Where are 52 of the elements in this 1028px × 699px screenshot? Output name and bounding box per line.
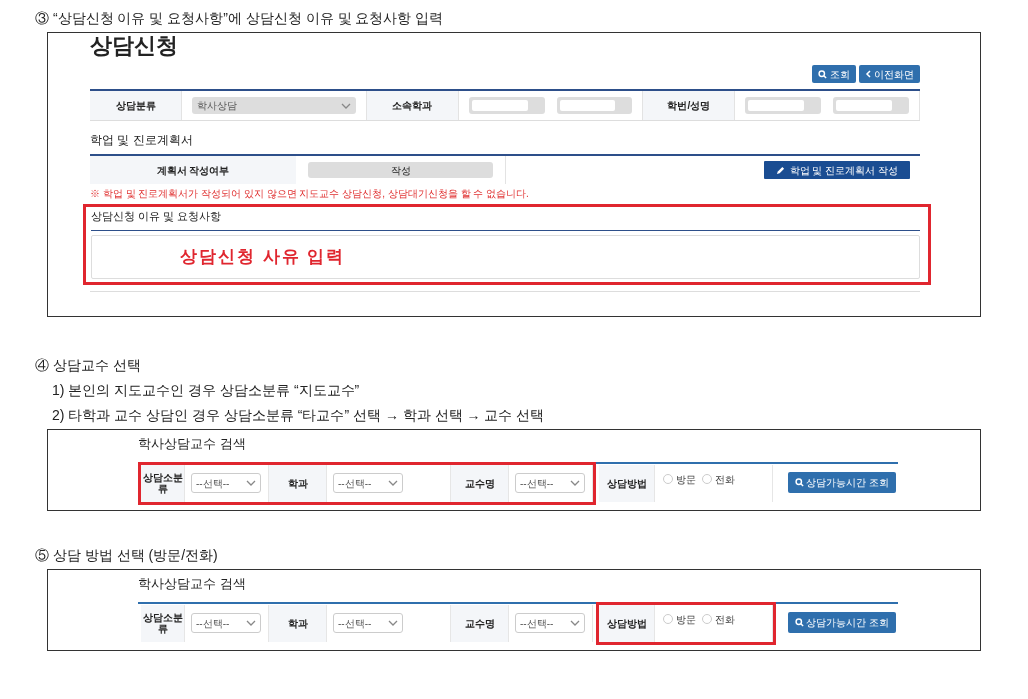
- chevron-down-icon: [388, 480, 398, 486]
- radio-option[interactable]: 전화: [702, 611, 735, 627]
- field-label: 상담방법: [599, 604, 655, 642]
- step-note: 1) 본인의 지도교수인 경우 상담소분류 “지도교수”: [52, 381, 361, 400]
- search-icon: [795, 477, 804, 487]
- field-label: 상담소분류: [141, 464, 185, 502]
- field-label: 상담분류: [90, 91, 182, 120]
- field-label: 소속학과: [366, 91, 459, 120]
- chevron-down-icon: [388, 620, 398, 626]
- field-label: 학과: [269, 464, 327, 502]
- radio-option[interactable]: 전화: [702, 471, 735, 487]
- field-label: 학번/성명: [643, 91, 736, 120]
- chevron-down-icon: [246, 620, 256, 626]
- step-heading: ④ 상담교수 선택: [35, 356, 142, 375]
- field-label: 상담방법: [599, 464, 655, 502]
- chevron-left-icon: [865, 70, 871, 78]
- section-title: 학업 및 진로계획서: [90, 132, 194, 149]
- field-label: 학과: [269, 604, 327, 642]
- dropdown-select[interactable]: --선택--: [191, 613, 261, 633]
- chevron-down-icon: [246, 480, 256, 486]
- panel-title: 학사상담교수 검색: [138, 575, 247, 593]
- step-heading: ③ “상담신청 이유 및 요청사항”에 상담신청 이유 및 요청사항 입력: [35, 9, 445, 28]
- dropdown-select[interactable]: --선택--: [191, 473, 261, 493]
- status-field: 작성: [308, 162, 493, 178]
- field-label: 교수명: [451, 604, 509, 642]
- search-button[interactable]: 상담가능시간 조회: [788, 471, 896, 493]
- search-icon: [795, 617, 804, 627]
- dropdown-select[interactable]: --선택--: [333, 473, 403, 493]
- search-button[interactable]: 조회: [812, 65, 856, 83]
- write-plan-button[interactable]: 학업 및 진로계획서 작성: [763, 161, 910, 179]
- back-button[interactable]: 이전화면: [859, 65, 920, 83]
- search-button[interactable]: 상담가능시간 조회: [788, 611, 896, 633]
- panel-title: 학사상담교수 검색: [138, 435, 247, 453]
- field-label: 상담소분류: [141, 604, 185, 642]
- chevron-down-icon: [340, 102, 351, 109]
- pencil-icon: [775, 165, 785, 175]
- dropdown-select[interactable]: --선택--: [333, 613, 403, 633]
- chevron-down-icon: [570, 620, 580, 626]
- search-icon: [818, 69, 827, 79]
- reason-textarea[interactable]: 상담신청 사유 입력: [91, 234, 920, 279]
- warning-text: ※ 학업 및 진로계획서가 작성되어 있지 않으면 지도교수 상담신청, 상담대기신청을 할 수 없습니다.: [90, 187, 530, 201]
- dropdown-select[interactable]: --선택--: [515, 473, 585, 493]
- step-heading: ⑤ 상담 방법 선택 (방문/전화): [35, 546, 219, 565]
- step-note: 2) 타학과 교수 상담인 경우 상담소분류 “타교수” 선택 → 학과 선택 → 교수 선택: [52, 406, 546, 425]
- field-label: 교수명: [451, 464, 509, 502]
- chevron-down-icon: [570, 480, 580, 486]
- page-title: 상담신청: [90, 33, 178, 59]
- section-title: 상담신청 이유 및 요청사항: [91, 209, 223, 224]
- dropdown-select[interactable]: --선택--: [515, 613, 585, 633]
- field-label: 계획서 작성여부: [90, 156, 296, 184]
- radio-option[interactable]: 방문: [663, 611, 696, 627]
- radio-option[interactable]: 방문: [663, 471, 696, 487]
